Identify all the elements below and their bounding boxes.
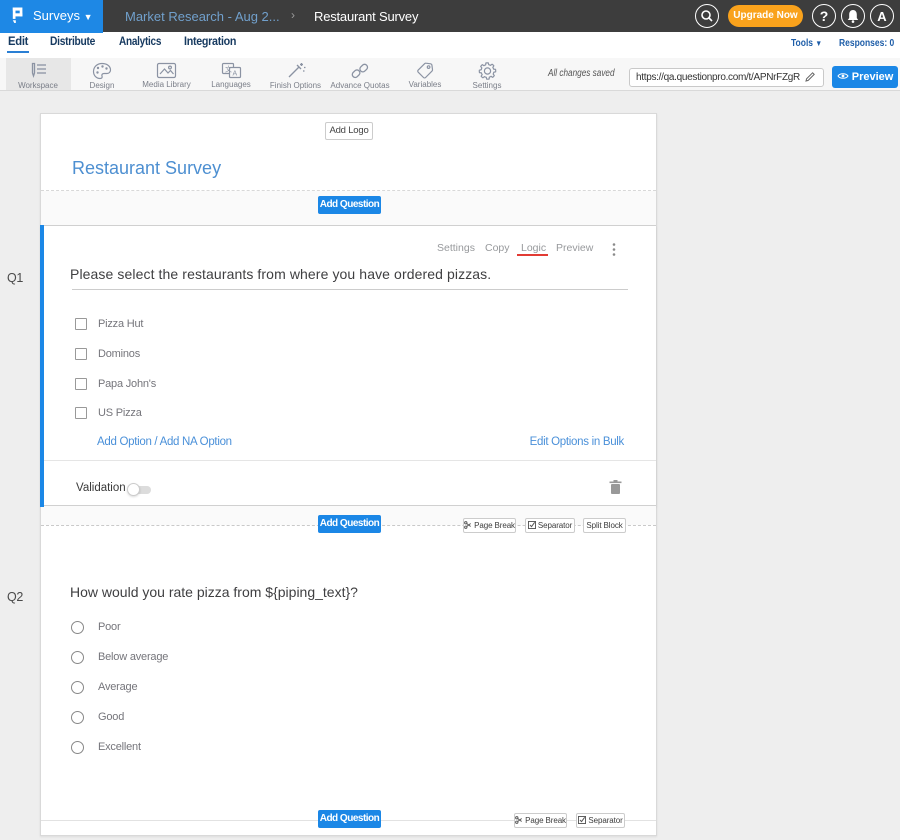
svg-text:文: 文: [225, 65, 232, 74]
svg-text:A: A: [232, 71, 237, 78]
